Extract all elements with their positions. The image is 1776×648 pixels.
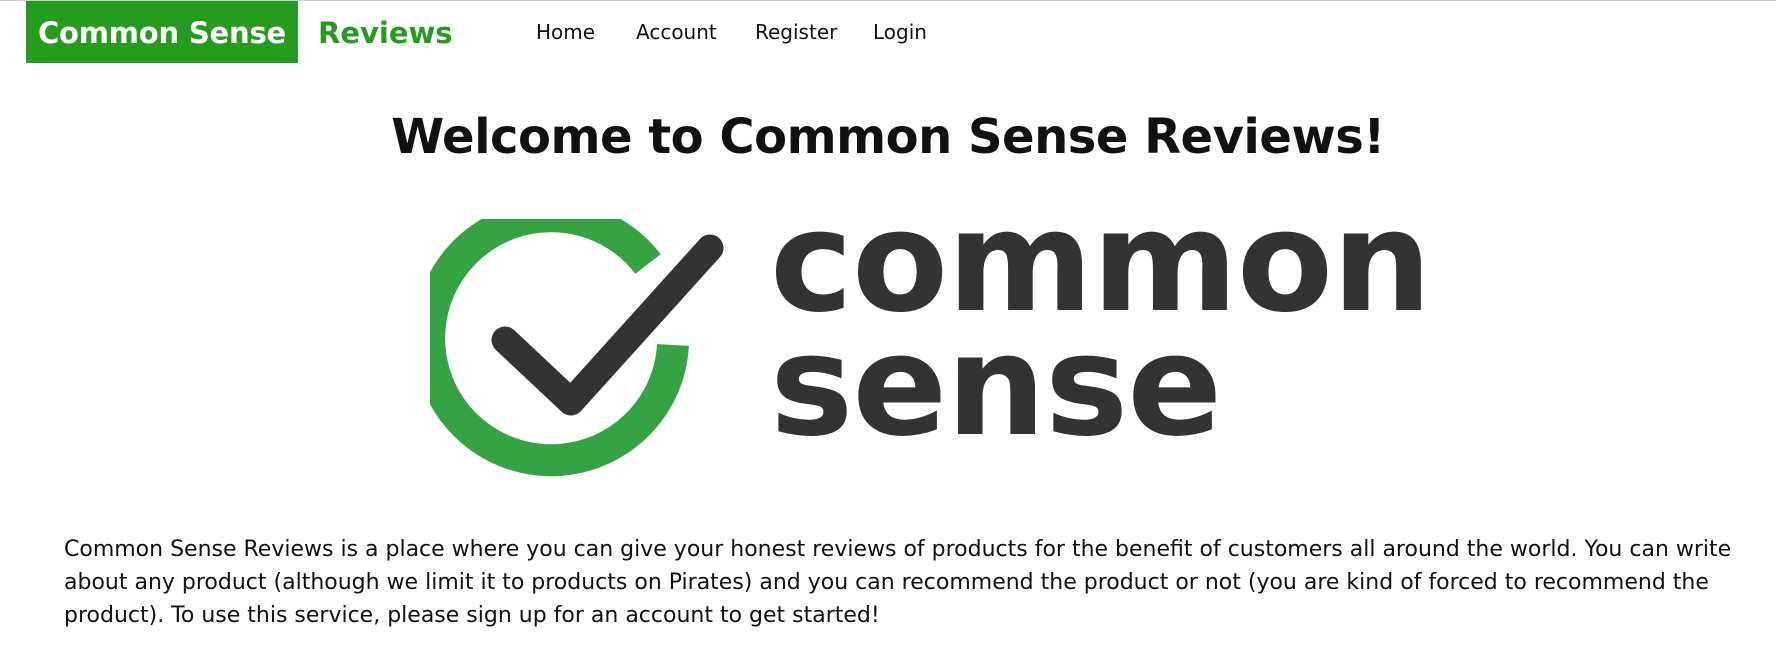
site-description: Common Sense Reviews is a place where yo…: [64, 537, 1732, 628]
nav-login-link[interactable]: Login: [873, 0, 953, 69]
brand-highlight: Common Sense: [37, 16, 287, 50]
brand-logo-box[interactable]: Common Sense: [26, 1, 298, 63]
nav-register-link[interactable]: Register: [755, 0, 873, 69]
nav-home-link[interactable]: Home: [536, 0, 636, 69]
checkmark-circle-icon: [430, 219, 724, 477]
brand-text[interactable]: Reviews: [318, 1, 453, 63]
main-nav: Home Account Register Login: [536, 1, 953, 63]
logo-wordmark: common sense: [770, 193, 1432, 457]
nav-account-link[interactable]: Account: [636, 0, 755, 69]
page-title: Welcome to Common Sense Reviews!: [391, 109, 1385, 165]
common-sense-logo: common sense: [430, 193, 1432, 489]
top-navbar: Common Sense Reviews Home Account Regist…: [0, 1, 1776, 63]
